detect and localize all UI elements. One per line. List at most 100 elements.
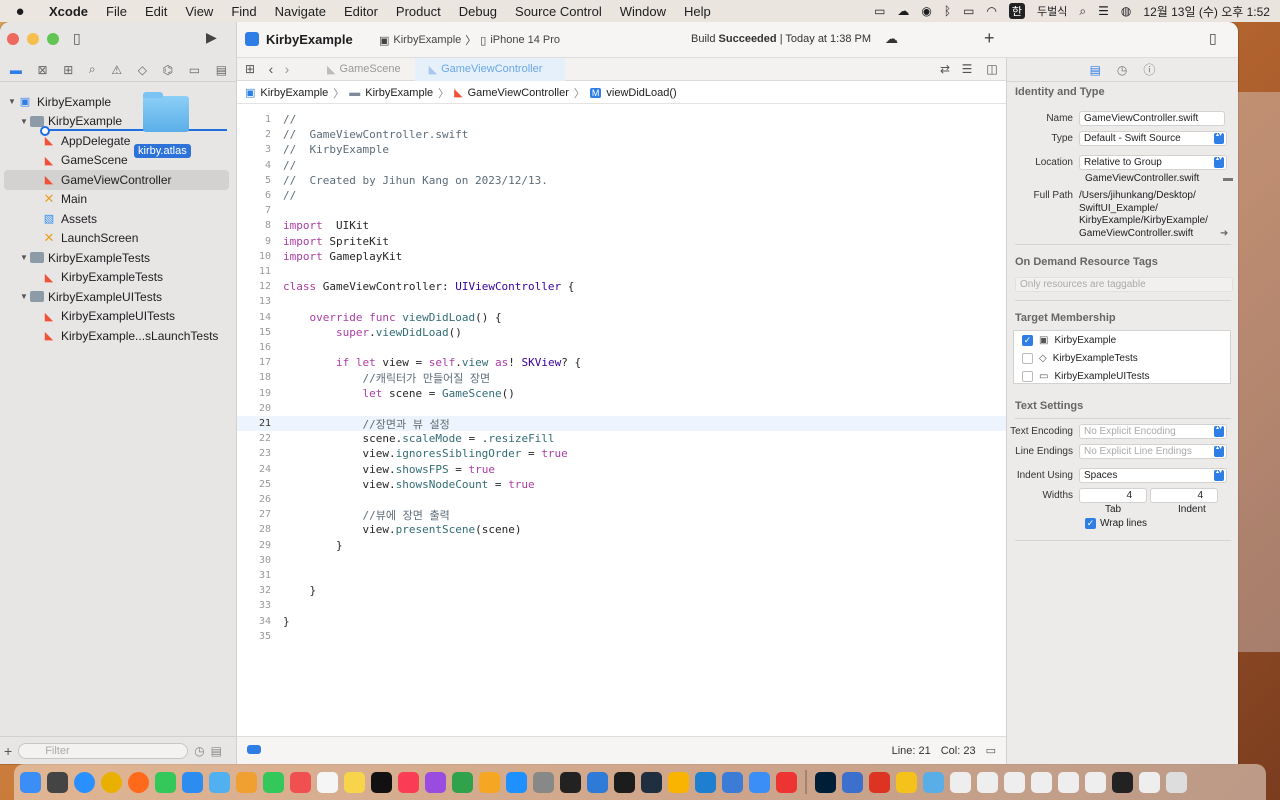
add-icon[interactable]: + — [4, 743, 12, 759]
editor-options-icon[interactable]: ☰ — [956, 62, 978, 76]
tv-icon[interactable] — [371, 771, 392, 793]
stack-icon[interactable] — [977, 771, 998, 793]
target-checkbox[interactable] — [1022, 352, 1033, 364]
podcasts-icon[interactable] — [425, 771, 446, 793]
menu-app-name[interactable]: Xcode — [40, 4, 97, 19]
tree-row-file[interactable]: ◣ KirbyExampleTests — [0, 268, 237, 288]
code-line[interactable]: 23 view.ignoresSiblingOrder = true — [237, 446, 1006, 461]
refresh-icon[interactable]: ⇄ — [934, 62, 956, 76]
history-icon[interactable]: ◷ — [1117, 63, 1127, 77]
code-line[interactable]: 25 view.showsNodeCount = true — [237, 477, 1006, 492]
code-line[interactable]: 22 scene.scaleMode = .resizeFill — [237, 431, 1006, 446]
code-line[interactable]: 24 view.showsFPS = true — [237, 462, 1006, 477]
system-settings-icon[interactable] — [533, 771, 554, 793]
find-icon[interactable]: ⌕ — [89, 62, 96, 77]
input-method-badge[interactable]: 한 — [1008, 3, 1026, 19]
code-line[interactable]: 6 // — [237, 188, 1006, 203]
tree-row-file[interactable]: ◣ KirbyExampleUITests — [0, 307, 237, 327]
back-icon[interactable]: ‹ — [263, 61, 279, 77]
tab-gameviewcontroller[interactable]: ◣ GameViewController — [414, 57, 565, 81]
menu-editor[interactable]: Editor — [335, 4, 387, 19]
code-line[interactable]: 17 if let view = self.view as! SKView? { — [237, 355, 1006, 370]
odr-tags-field[interactable]: Only resources are taggable — [1015, 277, 1233, 292]
wrap-checkbox[interactable]: ✓ — [1085, 518, 1096, 529]
breadcrumb-item-project[interactable]: KirbyExample — [260, 87, 328, 99]
recent-files-icon[interactable]: ◷ — [194, 744, 204, 758]
code-line[interactable]: 13 — [237, 294, 1006, 309]
vscode-icon[interactable] — [695, 771, 716, 793]
source-editor[interactable]: 1 // 2 // GameViewController.swift 3 // Kirby… — [237, 104, 1006, 736]
code-line[interactable]: 9 import SpriteKit — [237, 234, 1006, 249]
pages-icon[interactable] — [479, 771, 500, 793]
spotlight-icon[interactable]: ⌕ — [1079, 4, 1086, 19]
photoshop-icon[interactable] — [815, 771, 836, 793]
safari-icon[interactable] — [74, 771, 95, 793]
encoding-select[interactable]: No Explicit Encoding — [1079, 424, 1227, 439]
file-inspector-icon[interactable]: ▤ — [1090, 63, 1101, 77]
skype-icon[interactable] — [587, 771, 608, 793]
filter-options-icon[interactable]: ▤ — [211, 744, 222, 758]
menu-view[interactable]: View — [176, 4, 222, 19]
cloud-icon[interactable]: ☁ — [897, 4, 909, 18]
disclosure-icon[interactable]: ▼ — [18, 292, 30, 301]
reminders-icon[interactable] — [317, 771, 338, 793]
target-checkbox[interactable] — [1022, 370, 1033, 382]
code-line[interactable]: 7 — [237, 203, 1006, 218]
game-icon[interactable] — [896, 771, 917, 793]
scheme-selector[interactable]: ▣ KirbyExample 〉 ▯ iPhone 14 Pro — [379, 31, 560, 49]
wifi-icon[interactable]: ◠ — [986, 4, 996, 18]
apple-menu-icon[interactable]: ● — [0, 3, 40, 20]
split-editor-icon[interactable]: ◫ — [978, 62, 1006, 76]
menu-edit[interactable]: Edit — [136, 4, 176, 19]
acrobat-icon[interactable] — [776, 771, 797, 793]
code-line[interactable]: 30 — [237, 553, 1006, 568]
screen-thumbnail-icon[interactable] — [1112, 771, 1133, 793]
type-select[interactable]: Default - Swift Source — [1079, 131, 1227, 146]
code-line[interactable]: 34} — [237, 614, 1006, 629]
tab-gamescene[interactable]: ◣ GameScene — [313, 58, 415, 81]
menu-source-control[interactable]: Source Control — [506, 4, 611, 19]
code-line[interactable]: 28 view.presentScene(scene) — [237, 522, 1006, 537]
code-line[interactable]: 33 — [237, 598, 1006, 613]
indent-width-field[interactable]: 4 — [1150, 488, 1218, 503]
toggle-navigator-icon[interactable]: ▯ — [73, 30, 81, 47]
code-line[interactable]: 29 } — [237, 538, 1006, 553]
indent-select[interactable]: Spaces — [1079, 468, 1227, 483]
debug-area-toggle-icon[interactable] — [247, 745, 261, 754]
code-line[interactable]: 14 override func viewDidLoad() { — [237, 310, 1006, 325]
stack-icon[interactable] — [1139, 771, 1160, 793]
trash-icon[interactable] — [1166, 771, 1187, 793]
code-line[interactable]: 10 import GameplayKit — [237, 249, 1006, 264]
pdf-icon[interactable] — [869, 771, 890, 793]
notes-icon[interactable] — [344, 771, 365, 793]
tree-row-project[interactable]: ▼ ▣ KirbyExample — [0, 92, 237, 112]
code-line[interactable]: 31 — [237, 568, 1006, 583]
code-line[interactable]: 4 // — [237, 158, 1006, 173]
code-line[interactable]: 26 — [237, 492, 1006, 507]
folder-icon[interactable]: ▬ — [1223, 173, 1233, 184]
code-line[interactable]: 16 — [237, 340, 1006, 355]
code-line[interactable]: 19 let scene = GameScene() — [237, 386, 1006, 401]
code-line[interactable]: 15 super.viewDidLoad() — [237, 325, 1006, 340]
breadcrumb-item-file[interactable]: GameViewController — [468, 87, 569, 99]
tree-row-file[interactable]: ✕ Main — [0, 190, 237, 210]
folder-icon[interactable]: ▬ — [10, 63, 22, 77]
iterm-icon[interactable] — [641, 771, 662, 793]
siri-icon[interactable]: ◍ — [1121, 4, 1131, 18]
code-line[interactable]: 32 } — [237, 583, 1006, 598]
target-checkbox[interactable]: ✓ — [1022, 334, 1033, 346]
menu-debug[interactable]: Debug — [450, 4, 506, 19]
menu-help[interactable]: Help — [675, 4, 720, 19]
menu-navigate[interactable]: Navigate — [266, 4, 335, 19]
code-line[interactable]: 2 // GameViewController.swift — [237, 127, 1006, 142]
breadcrumb-item-group[interactable]: KirbyExample — [365, 87, 433, 99]
code-line[interactable]: 8 import UIKit — [237, 218, 1006, 233]
app-store-icon[interactable] — [506, 771, 527, 793]
battery-icon[interactable]: ▭ — [963, 4, 974, 18]
status-icon[interactable]: ◉ — [921, 4, 931, 18]
code-line[interactable]: 1 // — [237, 112, 1006, 127]
code-line[interactable]: 20 — [237, 401, 1006, 416]
name-field[interactable]: GameViewController.swift — [1079, 111, 1225, 126]
cloud-status-icon[interactable]: ☁ — [885, 31, 898, 47]
tree-row-file[interactable]: ◣ AppDelegate — [0, 131, 237, 151]
